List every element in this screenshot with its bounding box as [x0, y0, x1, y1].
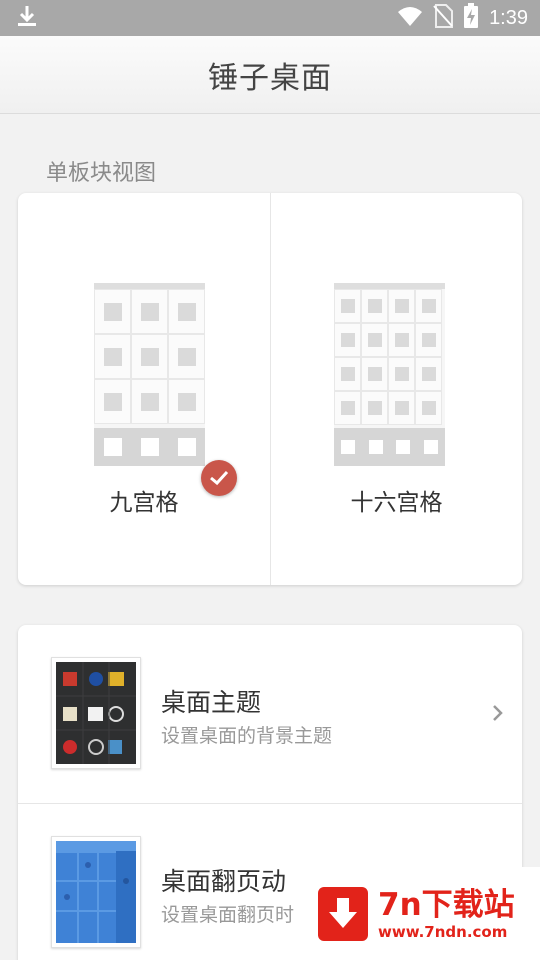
- nine-grid-preview-icon: [94, 283, 205, 466]
- section-label: 单板块视图: [46, 161, 157, 186]
- theme-thumbnail-icon: [51, 657, 141, 769]
- grid-layout-card: 九宫格 十六宫格: [18, 193, 522, 585]
- no-sim-icon: [433, 4, 454, 32]
- watermark: 7n下载站 www.7ndn.com: [300, 867, 540, 960]
- battery-charging-icon: [463, 3, 479, 33]
- download-icon: [16, 4, 38, 32]
- item-subtitle: 设置桌面的背景主题: [161, 725, 333, 747]
- page-flip-thumbnail-icon: [51, 836, 141, 948]
- sixteen-grid-preview-icon: [334, 283, 445, 466]
- title-bar: 锤子桌面: [0, 36, 540, 114]
- wifi-icon: [397, 5, 423, 31]
- chevron-right-icon: [490, 703, 506, 723]
- item-title: 桌面主题: [161, 688, 262, 717]
- grid-option-label: 十六宫格: [350, 490, 443, 516]
- grid-option-label: 九宫格: [109, 490, 179, 516]
- status-bar: 1:39: [0, 0, 540, 36]
- page-title: 锤子桌面: [208, 60, 332, 96]
- download-arrow-icon: [318, 886, 368, 941]
- watermark-name: 7n下载站: [378, 886, 515, 923]
- grid-option-nine[interactable]: 九宫格: [18, 193, 270, 585]
- status-time: 1:39: [489, 6, 528, 29]
- item-subtitle: 设置桌面翻页时: [161, 904, 295, 926]
- item-title: 桌面翻页动: [161, 867, 287, 896]
- grid-option-sixteen[interactable]: 十六宫格: [270, 193, 522, 585]
- list-item-desktop-theme[interactable]: 桌面主题 设置桌面的背景主题: [18, 625, 522, 803]
- watermark-url: www.7ndn.com: [378, 922, 508, 941]
